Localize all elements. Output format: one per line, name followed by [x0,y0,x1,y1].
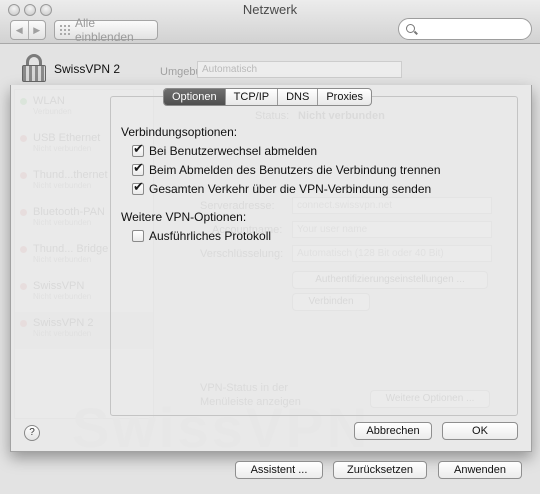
search-icon [406,24,415,33]
checkbox-1-box[interactable] [132,142,144,157]
location-label: Umgebung: [160,66,217,78]
search-field[interactable] [398,18,532,40]
show-all-button[interactable]: Alle einblenden [54,16,158,44]
revert-button[interactable]: Zurücksetzen [333,461,427,479]
checkbox-4-box[interactable] [132,230,144,242]
tab-dns[interactable]: DNS [278,89,319,105]
connection-options-heading: Verbindungsoptionen: [121,125,238,139]
vpn-lock-icon [22,54,46,82]
window-title: Netzwerk [242,2,298,17]
tab-bar: Optionen TCP/IP DNS Proxies [163,88,373,106]
checkbox-send-all-traffic[interactable]: Gesamten Verkehr über die VPN-Verbindung… [132,180,432,196]
checkbox-verbose-logging[interactable]: Ausführliches Protokoll [132,229,271,243]
checkbox-1-label: Bei Benutzerwechsel abmelden [149,144,318,158]
checkbox-4-label: Ausführliches Protokoll [149,229,272,243]
checkbox-disconnect-on-user-switch[interactable]: Bei Benutzerwechsel abmelden [132,142,318,158]
forward-arrow-icon[interactable]: ▶ [27,21,46,39]
tab-proxies[interactable]: Proxies [318,89,371,105]
ok-button[interactable]: OK [442,422,518,440]
assistant-button[interactable]: Assistent ... [235,461,323,479]
checkbox-disconnect-on-logout[interactable]: Beim Abmelden des Benutzers die Verbindu… [132,161,441,177]
connection-name: SwissVPN 2 [54,62,121,76]
grid-icon [60,25,70,35]
cancel-button[interactable]: Abbrechen [354,422,432,440]
tab-options[interactable]: Optionen [164,89,226,105]
checkbox-2-box[interactable] [132,161,144,176]
help-button[interactable]: ? [24,425,40,441]
title-bar: Netzwerk ◀ ▶ Alle einblenden [0,0,540,44]
more-vpn-options-heading: Weitere VPN-Optionen: [121,210,247,224]
show-all-label: Alle einblenden [75,16,134,44]
location-select: Automatisch [197,61,402,78]
apply-button[interactable]: Anwenden [438,461,522,479]
checkbox-3-label: Gesamten Verkehr über die VPN-Verbindung… [149,182,432,196]
checkbox-2-label: Beim Abmelden des Benutzers die Verbindu… [149,163,441,177]
checkbox-3-box[interactable] [132,180,144,195]
tab-tcp-ip[interactable]: TCP/IP [226,89,279,105]
back-forward-control: ◀ ▶ [10,20,46,40]
back-arrow-icon[interactable]: ◀ [11,21,28,39]
